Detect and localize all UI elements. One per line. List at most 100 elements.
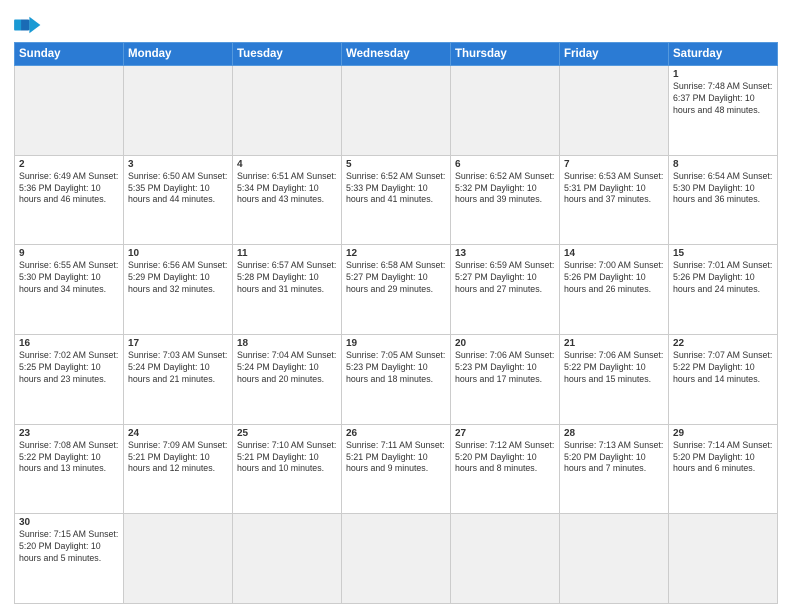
day-info: Sunrise: 7:11 AM Sunset: 5:21 PM Dayligh… — [346, 440, 446, 476]
day-cell: 4Sunrise: 6:51 AM Sunset: 5:34 PM Daylig… — [233, 155, 342, 245]
day-cell: 19Sunrise: 7:05 AM Sunset: 5:23 PM Dayli… — [342, 334, 451, 424]
day-cell — [669, 514, 778, 604]
day-cell: 2Sunrise: 6:49 AM Sunset: 5:36 PM Daylig… — [15, 155, 124, 245]
day-info: Sunrise: 6:55 AM Sunset: 5:30 PM Dayligh… — [19, 260, 119, 296]
day-info: Sunrise: 7:04 AM Sunset: 5:24 PM Dayligh… — [237, 350, 337, 386]
day-info: Sunrise: 6:51 AM Sunset: 5:34 PM Dayligh… — [237, 171, 337, 207]
week-row-4: 23Sunrise: 7:08 AM Sunset: 5:22 PM Dayli… — [15, 424, 778, 514]
day-cell: 9Sunrise: 6:55 AM Sunset: 5:30 PM Daylig… — [15, 245, 124, 335]
day-number: 6 — [455, 159, 555, 170]
day-number: 4 — [237, 159, 337, 170]
weekday-header-friday: Friday — [560, 43, 669, 66]
weekday-header-monday: Monday — [124, 43, 233, 66]
day-info: Sunrise: 7:12 AM Sunset: 5:20 PM Dayligh… — [455, 440, 555, 476]
day-cell — [15, 66, 124, 156]
weekday-header-wednesday: Wednesday — [342, 43, 451, 66]
day-cell: 11Sunrise: 6:57 AM Sunset: 5:28 PM Dayli… — [233, 245, 342, 335]
day-number: 27 — [455, 428, 555, 439]
day-number: 9 — [19, 248, 119, 259]
page: SundayMondayTuesdayWednesdayThursdayFrid… — [0, 0, 792, 612]
day-number: 20 — [455, 338, 555, 349]
day-cell: 28Sunrise: 7:13 AM Sunset: 5:20 PM Dayli… — [560, 424, 669, 514]
logo — [14, 14, 46, 36]
day-info: Sunrise: 7:05 AM Sunset: 5:23 PM Dayligh… — [346, 350, 446, 386]
day-info: Sunrise: 6:52 AM Sunset: 5:32 PM Dayligh… — [455, 171, 555, 207]
day-number: 23 — [19, 428, 119, 439]
day-number: 29 — [673, 428, 773, 439]
day-cell: 30Sunrise: 7:15 AM Sunset: 5:20 PM Dayli… — [15, 514, 124, 604]
day-number: 21 — [564, 338, 664, 349]
day-number: 7 — [564, 159, 664, 170]
header — [14, 10, 778, 36]
day-cell: 24Sunrise: 7:09 AM Sunset: 5:21 PM Dayli… — [124, 424, 233, 514]
day-cell: 12Sunrise: 6:58 AM Sunset: 5:27 PM Dayli… — [342, 245, 451, 335]
day-cell — [124, 66, 233, 156]
day-cell: 16Sunrise: 7:02 AM Sunset: 5:25 PM Dayli… — [15, 334, 124, 424]
day-info: Sunrise: 6:53 AM Sunset: 5:31 PM Dayligh… — [564, 171, 664, 207]
day-cell: 21Sunrise: 7:06 AM Sunset: 5:22 PM Dayli… — [560, 334, 669, 424]
day-info: Sunrise: 7:06 AM Sunset: 5:22 PM Dayligh… — [564, 350, 664, 386]
day-info: Sunrise: 7:14 AM Sunset: 5:20 PM Dayligh… — [673, 440, 773, 476]
day-cell: 3Sunrise: 6:50 AM Sunset: 5:35 PM Daylig… — [124, 155, 233, 245]
day-cell: 15Sunrise: 7:01 AM Sunset: 5:26 PM Dayli… — [669, 245, 778, 335]
day-number: 14 — [564, 248, 664, 259]
week-row-0: 1Sunrise: 7:48 AM Sunset: 6:37 PM Daylig… — [15, 66, 778, 156]
day-cell: 26Sunrise: 7:11 AM Sunset: 5:21 PM Dayli… — [342, 424, 451, 514]
day-number: 17 — [128, 338, 228, 349]
day-info: Sunrise: 7:03 AM Sunset: 5:24 PM Dayligh… — [128, 350, 228, 386]
day-info: Sunrise: 7:48 AM Sunset: 6:37 PM Dayligh… — [673, 81, 773, 117]
day-number: 2 — [19, 159, 119, 170]
week-row-3: 16Sunrise: 7:02 AM Sunset: 5:25 PM Dayli… — [15, 334, 778, 424]
day-number: 13 — [455, 248, 555, 259]
day-cell: 18Sunrise: 7:04 AM Sunset: 5:24 PM Dayli… — [233, 334, 342, 424]
day-number: 1 — [673, 69, 773, 80]
day-cell: 29Sunrise: 7:14 AM Sunset: 5:20 PM Dayli… — [669, 424, 778, 514]
day-cell: 7Sunrise: 6:53 AM Sunset: 5:31 PM Daylig… — [560, 155, 669, 245]
day-number: 10 — [128, 248, 228, 259]
day-number: 19 — [346, 338, 446, 349]
day-cell: 14Sunrise: 7:00 AM Sunset: 5:26 PM Dayli… — [560, 245, 669, 335]
day-number: 30 — [19, 517, 119, 528]
day-info: Sunrise: 6:50 AM Sunset: 5:35 PM Dayligh… — [128, 171, 228, 207]
day-info: Sunrise: 7:06 AM Sunset: 5:23 PM Dayligh… — [455, 350, 555, 386]
day-cell — [451, 66, 560, 156]
weekday-header-saturday: Saturday — [669, 43, 778, 66]
day-cell — [342, 66, 451, 156]
day-info: Sunrise: 7:13 AM Sunset: 5:20 PM Dayligh… — [564, 440, 664, 476]
day-info: Sunrise: 6:59 AM Sunset: 5:27 PM Dayligh… — [455, 260, 555, 296]
day-info: Sunrise: 7:02 AM Sunset: 5:25 PM Dayligh… — [19, 350, 119, 386]
calendar-table: SundayMondayTuesdayWednesdayThursdayFrid… — [14, 42, 778, 604]
day-number: 11 — [237, 248, 337, 259]
day-cell: 5Sunrise: 6:52 AM Sunset: 5:33 PM Daylig… — [342, 155, 451, 245]
day-number: 18 — [237, 338, 337, 349]
day-cell: 20Sunrise: 7:06 AM Sunset: 5:23 PM Dayli… — [451, 334, 560, 424]
day-info: Sunrise: 6:58 AM Sunset: 5:27 PM Dayligh… — [346, 260, 446, 296]
day-number: 22 — [673, 338, 773, 349]
day-cell: 25Sunrise: 7:10 AM Sunset: 5:21 PM Dayli… — [233, 424, 342, 514]
day-cell — [560, 514, 669, 604]
generalblue-logo-icon — [14, 14, 42, 36]
day-number: 3 — [128, 159, 228, 170]
week-row-5: 30Sunrise: 7:15 AM Sunset: 5:20 PM Dayli… — [15, 514, 778, 604]
day-info: Sunrise: 7:09 AM Sunset: 5:21 PM Dayligh… — [128, 440, 228, 476]
day-info: Sunrise: 7:01 AM Sunset: 5:26 PM Dayligh… — [673, 260, 773, 296]
day-info: Sunrise: 6:52 AM Sunset: 5:33 PM Dayligh… — [346, 171, 446, 207]
day-cell: 10Sunrise: 6:56 AM Sunset: 5:29 PM Dayli… — [124, 245, 233, 335]
day-info: Sunrise: 7:07 AM Sunset: 5:22 PM Dayligh… — [673, 350, 773, 386]
weekday-header-row: SundayMondayTuesdayWednesdayThursdayFrid… — [15, 43, 778, 66]
day-cell: 1Sunrise: 7:48 AM Sunset: 6:37 PM Daylig… — [669, 66, 778, 156]
day-cell: 8Sunrise: 6:54 AM Sunset: 5:30 PM Daylig… — [669, 155, 778, 245]
day-cell: 6Sunrise: 6:52 AM Sunset: 5:32 PM Daylig… — [451, 155, 560, 245]
day-info: Sunrise: 7:00 AM Sunset: 5:26 PM Dayligh… — [564, 260, 664, 296]
weekday-header-sunday: Sunday — [15, 43, 124, 66]
day-number: 16 — [19, 338, 119, 349]
day-number: 5 — [346, 159, 446, 170]
weekday-header-thursday: Thursday — [451, 43, 560, 66]
day-number: 8 — [673, 159, 773, 170]
day-cell — [124, 514, 233, 604]
weekday-header-tuesday: Tuesday — [233, 43, 342, 66]
day-cell: 23Sunrise: 7:08 AM Sunset: 5:22 PM Dayli… — [15, 424, 124, 514]
day-cell: 22Sunrise: 7:07 AM Sunset: 5:22 PM Dayli… — [669, 334, 778, 424]
day-info: Sunrise: 6:57 AM Sunset: 5:28 PM Dayligh… — [237, 260, 337, 296]
day-cell: 13Sunrise: 6:59 AM Sunset: 5:27 PM Dayli… — [451, 245, 560, 335]
